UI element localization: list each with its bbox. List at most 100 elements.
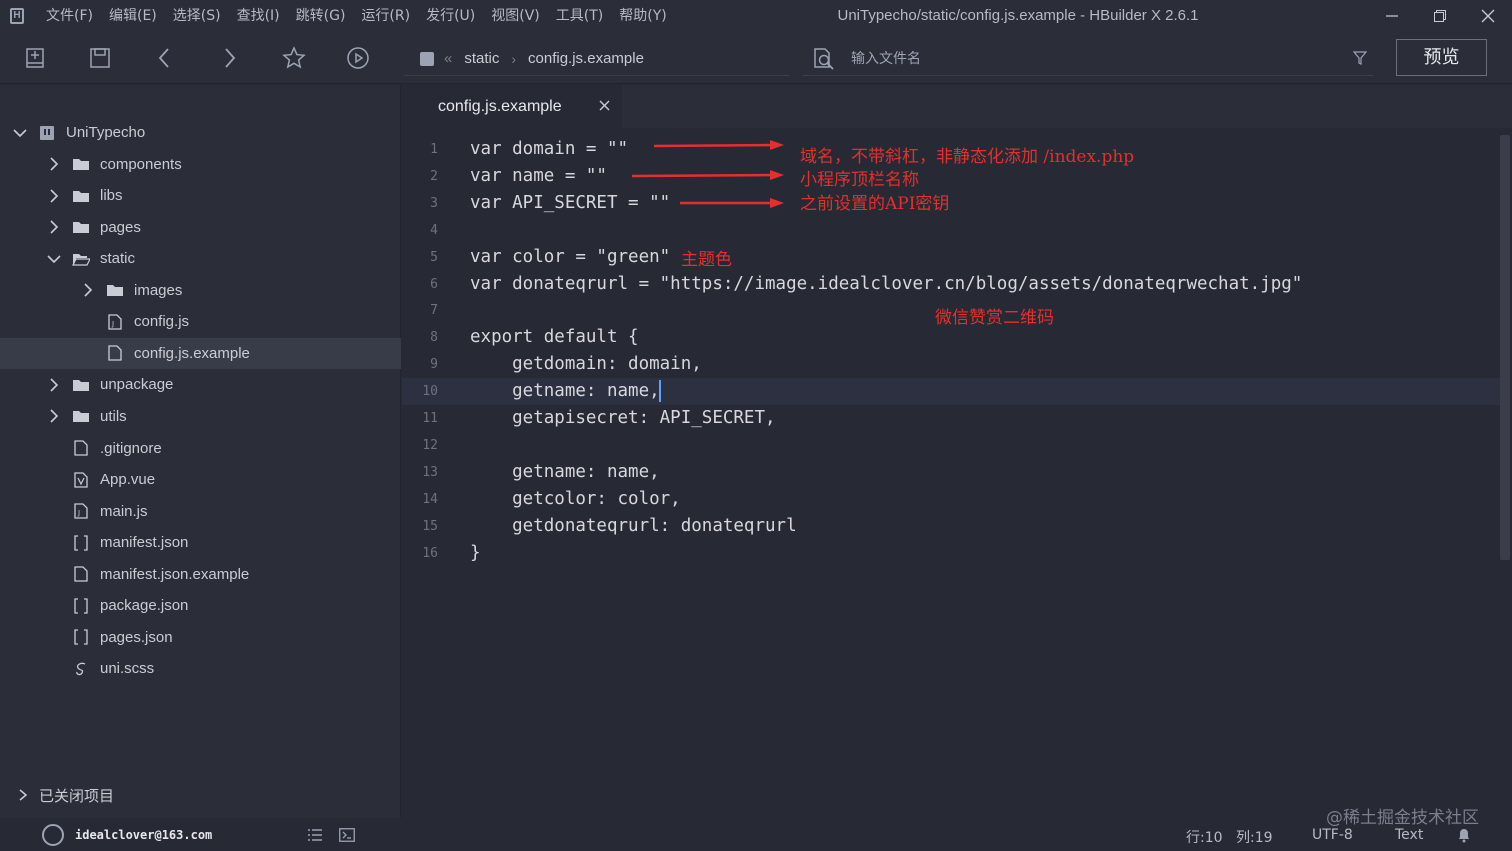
code-text: var donateqrurl = "https://image.idealcl… [470, 273, 1303, 294]
menu-goto[interactable]: 跳转(G) [288, 0, 354, 32]
code-line[interactable]: 5 var color = "green" [402, 244, 1502, 271]
file-search-input[interactable] [851, 50, 1311, 67]
line-number: 12 [422, 437, 438, 453]
run-button[interactable] [341, 42, 375, 74]
encoding[interactable]: UTF-8 [1312, 827, 1353, 843]
new-file-button[interactable] [18, 42, 52, 74]
save-button[interactable] [83, 42, 117, 74]
close-tab-icon[interactable] [597, 98, 613, 114]
cursor-column[interactable]: 列:19 [1236, 827, 1273, 847]
code-line[interactable]: 14 getcolor: color, [402, 486, 1502, 513]
code-text: } [470, 542, 481, 563]
save-icon [90, 48, 110, 68]
code-line[interactable]: 3 var API_SECRET = "" [402, 190, 1502, 217]
code-text: getdonateqrurl: donateqrurl [470, 515, 797, 536]
tree-item-label: components [100, 155, 182, 173]
list-icon[interactable] [307, 828, 323, 842]
filter-icon[interactable] [1353, 51, 1367, 65]
code-line[interactable]: 10 getname: name, [402, 378, 1502, 406]
tree-item[interactable]: components [0, 149, 401, 180]
chevron-right-icon[interactable] [46, 156, 62, 172]
status-bar: idealclover@163.com 行:10 列:19 UTF-8 Text [0, 818, 1512, 851]
menu-edit[interactable]: 编辑(E) [101, 0, 165, 32]
chevron-right-icon [19, 789, 28, 801]
tree-item[interactable]: unpackage [0, 369, 401, 400]
js-file-icon: J [72, 503, 90, 519]
tree-item[interactable]: utils [0, 401, 401, 432]
chevron-right-icon[interactable] [46, 408, 62, 424]
code-line[interactable]: 16} [402, 540, 1502, 567]
favorite-button[interactable] [277, 42, 311, 74]
code-line[interactable]: 8 export default { [402, 324, 1502, 351]
tree-item[interactable]: manifest.json.example [0, 559, 401, 590]
chevron-right-icon[interactable] [46, 188, 62, 204]
chevron-down-icon[interactable] [12, 125, 28, 141]
breadcrumb-collapse-icon[interactable]: « [444, 50, 452, 67]
tree-item-label: package.json [100, 597, 189, 615]
terminal-icon[interactable] [339, 828, 355, 842]
user-account[interactable]: idealclover@163.com [42, 824, 212, 846]
tree-item[interactable]: config.js.example [0, 337, 401, 369]
code-line[interactable]: 11 getapisecret: API_SECRET, [402, 405, 1502, 432]
breadcrumb-folder[interactable]: static [464, 50, 499, 67]
bell-icon[interactable] [1456, 827, 1472, 843]
code-line[interactable]: 15 getdonateqrurl: donateqrurl [402, 513, 1502, 540]
cursor-line[interactable]: 行:10 [1186, 827, 1223, 847]
tree-item[interactable]: pages [0, 212, 401, 243]
code-line[interactable]: 12 [402, 432, 1502, 459]
minimize-button[interactable] [1368, 0, 1416, 32]
editor-scrollbar[interactable] [1500, 135, 1510, 560]
menu-tools[interactable]: 工具(T) [548, 0, 611, 32]
menu-view[interactable]: 视图(V) [483, 0, 548, 32]
chevron-right-icon[interactable] [46, 219, 62, 235]
tree-item[interactable]: .gitignore [0, 433, 401, 464]
menu-run[interactable]: 运行(R) [353, 0, 418, 32]
folder-icon [72, 156, 90, 172]
menu-publish[interactable]: 发行(U) [418, 0, 483, 32]
breadcrumb-file[interactable]: config.js.example [528, 50, 644, 67]
tree-item[interactable]: libs [0, 180, 401, 211]
chevron-down-icon[interactable] [46, 251, 62, 267]
code-editor[interactable]: 16} 15 getdonateqrurl: donateqrurl 14 getc… [402, 128, 1512, 818]
line-number: 16 [422, 545, 438, 561]
code-text: var name = "" [470, 165, 607, 186]
code-line[interactable]: 4 [402, 217, 1502, 244]
code-line[interactable]: 13 getname: name, [402, 459, 1502, 486]
tree-item[interactable]: Jconfig.js [0, 306, 401, 337]
tree-item[interactable]: UniTypecho [0, 117, 401, 148]
code-text: getcolor: color, [470, 488, 681, 509]
tab-config-js-example[interactable]: config.js.example [402, 85, 622, 128]
line-number: 10 [422, 384, 438, 400]
tree-item-label: config.js [134, 313, 190, 331]
forward-button[interactable] [212, 42, 246, 74]
code-line[interactable]: 6 var donateqrurl = "https://image.idealc… [402, 271, 1502, 298]
back-button[interactable] [148, 42, 182, 74]
menu-select[interactable]: 选择(S) [165, 0, 229, 32]
code-line[interactable]: 9 getdomain: domain, [402, 351, 1502, 378]
closed-projects[interactable]: 已关闭项目 [0, 778, 401, 812]
chevron-right-icon[interactable] [46, 377, 62, 393]
close-window-button[interactable] [1464, 0, 1512, 32]
tree-item[interactable]: static [0, 243, 401, 274]
restore-button[interactable] [1416, 0, 1464, 32]
line-number: 14 [422, 491, 438, 507]
tree-item[interactable]: manifest.json [0, 527, 401, 558]
hbuilder-logo-icon: H [0, 0, 34, 32]
tree-item[interactable]: package.json [0, 590, 401, 621]
chevron-right-icon[interactable] [80, 282, 96, 298]
language-mode[interactable]: Text [1395, 827, 1423, 843]
menu-find[interactable]: 查找(I) [229, 0, 288, 32]
menu-file[interactable]: 文件(F) [38, 0, 101, 32]
tree-item[interactable]: App.vue [0, 464, 401, 495]
tree-item[interactable]: images [0, 275, 401, 306]
user-email: idealclover@163.com [75, 828, 213, 842]
tree-item[interactable]: pages.json [0, 622, 401, 653]
tree-item[interactable]: Jmain.js [0, 496, 401, 527]
preview-button[interactable]: 预览 [1396, 39, 1487, 76]
menu-help[interactable]: 帮助(Y) [611, 0, 674, 32]
tree-item[interactable]: uni.scss [0, 653, 401, 684]
code-text: getdomain: domain, [470, 354, 702, 375]
